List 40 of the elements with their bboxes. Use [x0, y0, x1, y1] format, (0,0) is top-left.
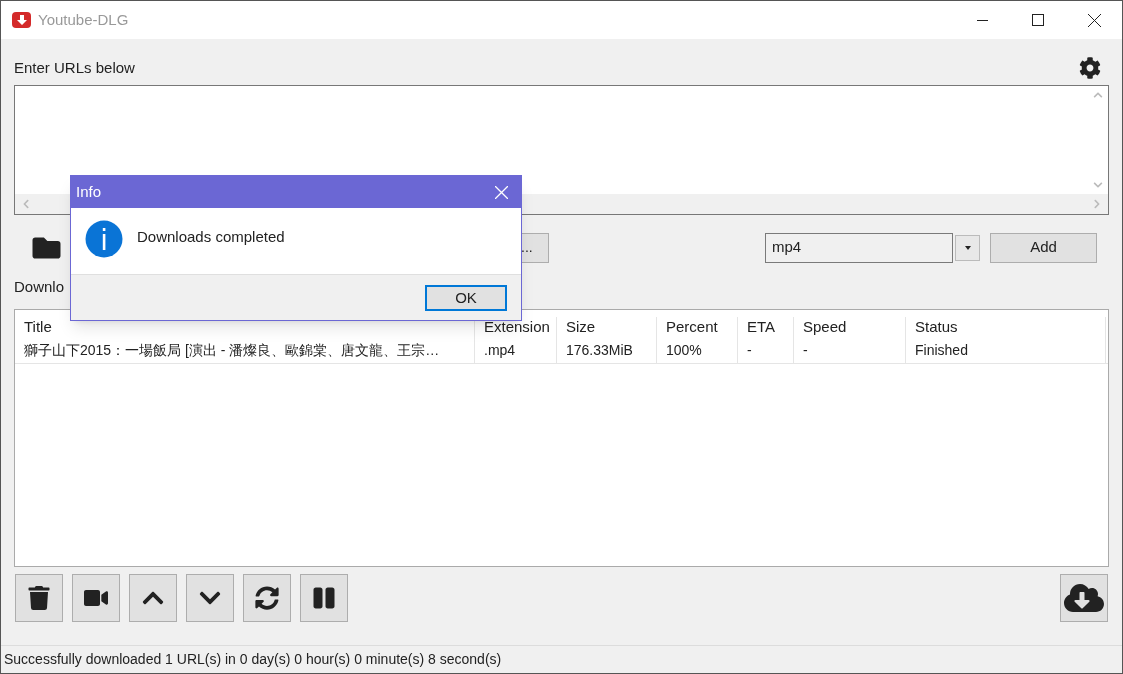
pause-button[interactable]: [300, 573, 348, 622]
table-cell: .mp4: [475, 338, 557, 363]
dialog-message: Downloads completed: [137, 227, 285, 247]
settings-icon[interactable]: [1079, 57, 1101, 80]
downloads-label: Downlo: [14, 276, 65, 297]
column-header[interactable]: Percent: [657, 316, 738, 339]
refresh-button[interactable]: [243, 573, 291, 622]
pause-icon: [312, 585, 336, 610]
path-button[interactable]: ...: [521, 232, 549, 263]
video-camera-button[interactable]: [72, 573, 120, 622]
up-chevron-button[interactable]: [129, 573, 177, 622]
cloud-download-icon: [1064, 581, 1104, 614]
maximize-icon: [1032, 14, 1044, 26]
add-button[interactable]: Add: [990, 232, 1097, 263]
table-cell: -: [794, 338, 906, 363]
close-icon: [1087, 13, 1101, 27]
column-header[interactable]: Speed: [794, 316, 906, 339]
table-cell: -: [738, 338, 794, 363]
dialog-close-icon[interactable]: [495, 185, 508, 199]
dialog-title: Info: [76, 181, 102, 202]
trash-button[interactable]: [15, 573, 63, 622]
url-label: Enter URLs below: [14, 58, 135, 78]
column-header[interactable]: ETA: [738, 316, 794, 339]
minimize-icon: [976, 19, 988, 21]
down-chevron-button[interactable]: [186, 573, 234, 622]
column-header[interactable]: Status: [906, 316, 1106, 339]
table-cell: Finished: [906, 338, 1106, 363]
info-icon: [85, 220, 123, 258]
table-cell: 176.33MiB: [557, 338, 657, 363]
ok-button[interactable]: OK: [425, 284, 507, 311]
column-header[interactable]: Size: [557, 316, 657, 339]
table-cell: 100%: [657, 338, 738, 363]
app-logo-icon: [12, 12, 31, 28]
format-dropdown[interactable]: mp4: [765, 232, 953, 263]
download-button[interactable]: [1060, 573, 1108, 622]
trash-icon: [27, 585, 51, 610]
refresh-icon: [255, 585, 279, 610]
window-title: Youtube-DLG: [38, 9, 129, 30]
status-text: Successfully downloaded 1 URL(s) in 0 day(s) 0 hour(s) 0 minute(s) 8 second(s): [4, 650, 502, 669]
table-cell: 獅子山下2015：一場飯局 [演出 - 潘燦良、歐錦棠、唐文龍、王宗…: [15, 338, 475, 363]
